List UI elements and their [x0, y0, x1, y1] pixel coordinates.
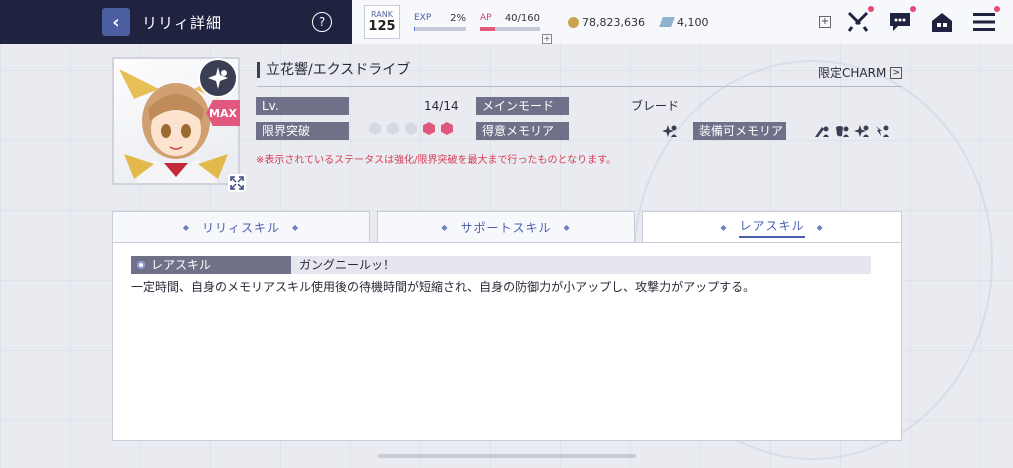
max-badge: MAX — [206, 100, 240, 126]
back-button[interactable]: ‹ — [102, 8, 130, 36]
memoria-type-icon — [198, 58, 238, 98]
exp-value: 2% — [450, 13, 466, 24]
character-name: 立花響/エクスドライブ — [257, 62, 410, 78]
limit-break-label: 限界突破 — [256, 122, 349, 140]
level-label: Lv. — [256, 97, 349, 115]
crystal-value: 4,100 — [676, 15, 709, 29]
hamburger-menu-icon — [973, 13, 995, 31]
title-area: ‹ リリィ詳細 ? — [0, 0, 368, 44]
skill-type-label: レアスキル — [131, 256, 291, 274]
tab-support-skill[interactable]: ◆ サポートスキル ◆ — [377, 211, 635, 242]
defense-memoria-icon — [836, 126, 849, 137]
main-mode-label: メインモード — [476, 97, 569, 115]
name-divider — [257, 86, 902, 87]
equippable-memoria-label: 装備可メモリア — [693, 122, 786, 140]
ap-plus-button[interactable]: + — [542, 34, 552, 44]
expand-portrait-button[interactable] — [228, 174, 246, 192]
tab-ornament-icon: ◆ — [816, 223, 824, 232]
top-bar: ‹ リリィ詳細 ? RANK 125 EXP 2% AP 40/160 + 78… — [0, 0, 1013, 44]
tab-ornament-icon: ◆ — [563, 222, 571, 232]
battle-menu-button[interactable] — [845, 6, 874, 35]
equippable-memoria-icons — [810, 124, 890, 138]
level-value: 14/14 — [424, 99, 459, 113]
limit-break-pip — [387, 122, 399, 135]
limit-break-pip — [423, 122, 435, 135]
tab-ornament-icon: ◆ — [441, 222, 449, 232]
rank-value: 125 — [368, 19, 396, 34]
scroll-indicator[interactable] — [378, 454, 636, 458]
exp-gauge: EXP 2% — [414, 13, 466, 31]
menu-notification-dot — [994, 6, 1000, 12]
tab-label: レアスキル — [739, 217, 805, 238]
tab-lily-skill[interactable]: ◆ リリィスキル ◆ — [112, 211, 370, 242]
chevron-left-icon: ‹ — [112, 11, 120, 33]
status-area: RANK 125 EXP 2% AP 40/160 + 78,823,636 4… — [352, 0, 1013, 44]
limit-break-pip — [405, 122, 417, 135]
chevron-right-icon: > — [890, 66, 903, 79]
status-notice: ※表示されているステータスは強化/限界突破を最大まで行ったものとなります。 — [256, 155, 617, 166]
skill-description: 一定時間、自身のメモリアスキル使用後の待機時間が短縮され、自身の防御力が小アップ… — [131, 280, 756, 294]
ap-value: 40/160 — [504, 13, 540, 24]
skill-type-text: レアスキル — [151, 258, 212, 272]
tab-rare-skill[interactable]: ◆ レアスキル ◆ — [642, 211, 902, 243]
support-memoria-icon — [662, 125, 677, 137]
tab-label: リリィスキル — [201, 220, 280, 235]
crystal-plus-button[interactable]: + — [819, 16, 831, 28]
crystal-icon — [659, 17, 675, 27]
attack-memoria-icon — [815, 126, 829, 137]
chat-button[interactable] — [887, 6, 916, 35]
limited-charm-link[interactable]: 限定CHARM > — [818, 64, 903, 81]
main-mode-value: ブレード — [631, 99, 680, 113]
gold-value: 78,823,636 — [582, 15, 645, 29]
skill-name: ガングニールッ！ — [291, 256, 871, 274]
exp-label: EXP — [414, 13, 432, 23]
ap-bar — [480, 27, 540, 31]
ap-label: AP — [480, 13, 492, 23]
page-title: リリィ詳細 — [142, 13, 223, 32]
home-button[interactable] — [929, 9, 955, 35]
limit-break-pip — [441, 122, 453, 135]
favorite-memoria-icons — [658, 124, 678, 138]
main-menu-button[interactable] — [971, 6, 1000, 35]
rank-label: RANK — [371, 10, 393, 19]
support-type-icon — [208, 67, 228, 89]
expand-icon — [230, 176, 244, 190]
rank-box: RANK 125 — [364, 5, 400, 39]
help-button[interactable]: ? — [312, 12, 332, 32]
charm-link-label: 限定CHARM — [818, 66, 887, 80]
tab-ornament-icon: ◆ — [182, 222, 190, 232]
chat-bubble-icon — [890, 13, 910, 31]
interference-memoria-icon — [876, 125, 889, 137]
crossed-swords-icon — [847, 11, 869, 32]
exp-bar-fill — [414, 27, 416, 31]
home-icon — [932, 13, 952, 32]
limit-break-pip — [369, 122, 381, 135]
crystal-display: 4,100 — [659, 15, 709, 29]
top-icons: + — [819, 0, 1013, 44]
ap-bar-fill — [480, 27, 495, 31]
support-memoria-icon — [854, 125, 869, 137]
limit-break-pips — [369, 122, 459, 135]
gold-coin-icon — [568, 16, 579, 28]
tab-label: サポートスキル — [460, 220, 552, 235]
gold-display: 78,823,636 — [568, 16, 645, 29]
rare-skill-icon — [137, 261, 145, 269]
exp-bar — [414, 27, 466, 31]
favorite-memoria-label: 得意メモリア — [476, 122, 569, 140]
battle-notification-dot — [868, 6, 874, 12]
tab-ornament-icon: ◆ — [720, 223, 728, 232]
ap-gauge: AP 40/160 — [480, 13, 540, 31]
tab-ornament-icon: ◆ — [292, 222, 300, 232]
chat-notification-dot — [910, 6, 916, 12]
